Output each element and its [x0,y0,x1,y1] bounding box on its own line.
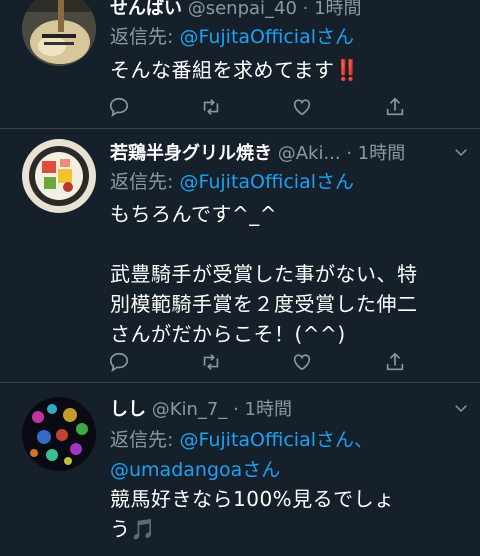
reply-icon[interactable] [108,96,130,118]
tweet-header: 若鶏半身グリル焼き @Aki... · 1時間 [110,139,470,165]
handle-time: @Kin_7_ · 1時間 [146,399,293,420]
share-icon[interactable] [384,96,406,118]
display-name[interactable]: せんばい [110,0,182,19]
avatar-sushi[interactable] [22,139,96,213]
tweet-3[interactable]: しし @Kin_7_ · 1時間 返信先: @FujitaOfficialさん、… [0,383,480,556]
reply-handle-link[interactable]: @FujitaOfficialさん [179,171,354,193]
tweet-text: そんな番組を求めてます‼️ [110,58,360,82]
tweet-actions [108,96,408,118]
avatar-guitar[interactable] [22,0,96,66]
chevron-down-icon[interactable] [452,399,470,417]
avatar-bokeh[interactable] [22,397,96,471]
tweet-text: 競馬好きなら100%見るでしょ う🎵 [110,487,395,541]
display-name[interactable]: 若鶏半身グリル焼き [110,143,272,164]
like-icon[interactable] [291,351,313,373]
tweet-header: せんばい @senpai_40 · 1時間 [110,0,470,20]
share-icon[interactable] [384,351,406,373]
retweet-icon[interactable] [200,351,222,373]
tweet-header: しし @Kin_7_ · 1時間 [110,395,470,421]
reply-to: 返信先: @FujitaOfficialさん [110,171,355,193]
like-icon[interactable] [291,96,313,118]
tweet-2[interactable]: 若鶏半身グリル焼き @Aki... · 1時間 返信先: @FujitaOffi… [0,129,480,383]
reply-to: 返信先: @FujitaOfficialさん、 [110,429,374,451]
tweet-text: もちろんです^_^ 武豊騎手が受賞した事がない、特 別模範騎手賞を２度受賞した伸… [110,202,418,346]
tweet-1[interactable]: せんばい @senpai_40 · 1時間 返信先: @FujitaOffici… [0,0,480,129]
reply-to: 返信先: @FujitaOfficialさん [110,26,355,48]
reply-icon[interactable] [108,351,130,373]
handle-time: @Aki... · 1時間 [272,143,406,164]
reply-to-line-2: @umadangoaさん [110,455,280,482]
display-name[interactable]: しし [110,399,146,420]
chevron-down-icon[interactable] [452,143,470,161]
retweet-icon[interactable] [200,96,222,118]
reply-handle-link[interactable]: @umadangoaさん [110,459,280,481]
tweet-actions [108,351,408,373]
handle-time: @senpai_40 · 1時間 [182,0,362,19]
reply-handle-link[interactable]: @FujitaOfficialさん、 [179,429,373,451]
reply-handle-link[interactable]: @FujitaOfficialさん [179,26,354,48]
